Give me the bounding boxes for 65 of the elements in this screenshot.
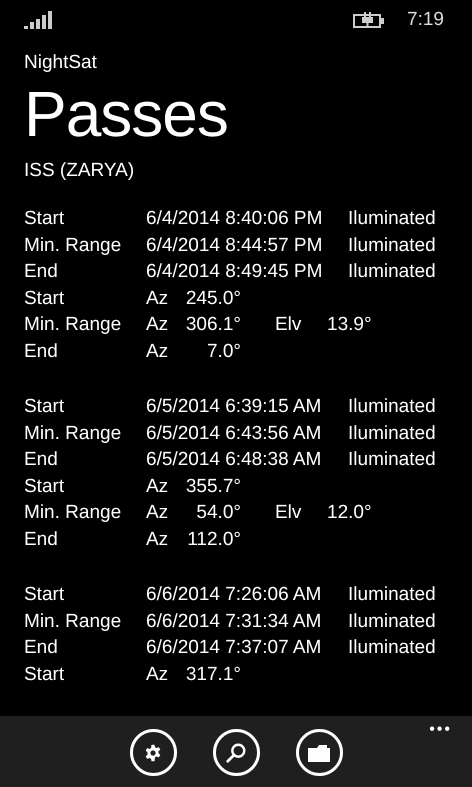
event-label: Start	[24, 662, 66, 686]
elevation-label: Elv	[275, 313, 302, 337]
visibility-status: Iluminated	[348, 636, 436, 660]
event-label: Start	[24, 207, 66, 231]
azimuth-label: Az	[146, 528, 170, 552]
azimuth-value: 112.0°	[186, 528, 241, 552]
battery-charging-icon	[353, 12, 386, 28]
azimuth-value: 355.7°	[184, 474, 241, 498]
visibility-status: Iluminated	[348, 448, 436, 472]
signal-icon	[24, 11, 54, 29]
elevation-value: 13.9°	[327, 313, 372, 337]
elevation-label: Elv	[275, 501, 302, 525]
azimuth-label: Az	[146, 662, 170, 686]
event-label: Start	[24, 474, 66, 498]
event-time: 6/5/2014 6:48:38 AM	[146, 448, 322, 472]
visibility-status: Iluminated	[348, 610, 436, 634]
azimuth-label: Az	[146, 474, 170, 498]
event-time: 6/5/2014 6:39:15 AM	[146, 395, 322, 419]
page-title: Passes	[24, 77, 228, 152]
event-label: Min. Range	[24, 234, 122, 258]
event-label: Start	[24, 286, 66, 310]
azimuth-label: Az	[146, 313, 170, 337]
event-label: End	[24, 340, 59, 364]
elevation-value: 12.0°	[327, 501, 372, 525]
visibility-status: Iluminated	[348, 422, 436, 446]
satellite-name: ISS (ZARYA)	[24, 159, 134, 183]
event-label: End	[24, 528, 59, 552]
azimuth-label: Az	[146, 340, 170, 364]
azimuth-value: 54.0°	[195, 501, 241, 525]
event-time: 6/4/2014 8:49:45 PM	[146, 260, 324, 284]
azimuth-label: Az	[146, 501, 170, 525]
event-label: Min. Range	[24, 501, 122, 525]
event-time: 6/5/2014 6:43:56 AM	[146, 422, 322, 446]
event-label: End	[24, 636, 59, 660]
folder-button[interactable]	[296, 729, 342, 776]
event-label: Min. Range	[24, 422, 122, 446]
visibility-status: Iluminated	[348, 395, 436, 419]
event-label: Start	[24, 583, 66, 607]
visibility-status: Iluminated	[348, 207, 436, 231]
azimuth-value: 245.0°	[184, 286, 241, 310]
azimuth-value: 306.1°	[184, 313, 241, 337]
clock: 7:19	[407, 8, 444, 32]
settings-button[interactable]	[130, 729, 176, 776]
event-label: Min. Range	[24, 313, 122, 337]
search-icon	[225, 742, 247, 764]
event-label: End	[24, 260, 59, 284]
more-button[interactable]: •••	[429, 720, 452, 740]
event-label: Min. Range	[24, 610, 122, 634]
azimuth-value: 7.0°	[206, 340, 241, 364]
folder-icon	[308, 744, 330, 762]
azimuth-value: 317.1°	[184, 662, 241, 686]
azimuth-label: Az	[146, 286, 170, 310]
visibility-status: Iluminated	[348, 260, 436, 284]
visibility-status: Iluminated	[348, 583, 436, 607]
search-button[interactable]	[212, 729, 260, 776]
event-time: 6/6/2014 7:37:07 AM	[146, 636, 322, 660]
event-time: 6/6/2014 7:26:06 AM	[146, 583, 322, 607]
settings-icon	[144, 744, 162, 762]
app-name: NightSat	[24, 51, 97, 75]
visibility-status: Iluminated	[348, 234, 436, 258]
event-time: 6/4/2014 8:44:57 PM	[146, 234, 324, 258]
event-time: 6/4/2014 8:40:06 PM	[146, 207, 324, 231]
event-time: 6/6/2014 7:31:34 AM	[146, 610, 322, 634]
event-label: End	[24, 448, 59, 472]
event-label: Start	[24, 395, 66, 419]
